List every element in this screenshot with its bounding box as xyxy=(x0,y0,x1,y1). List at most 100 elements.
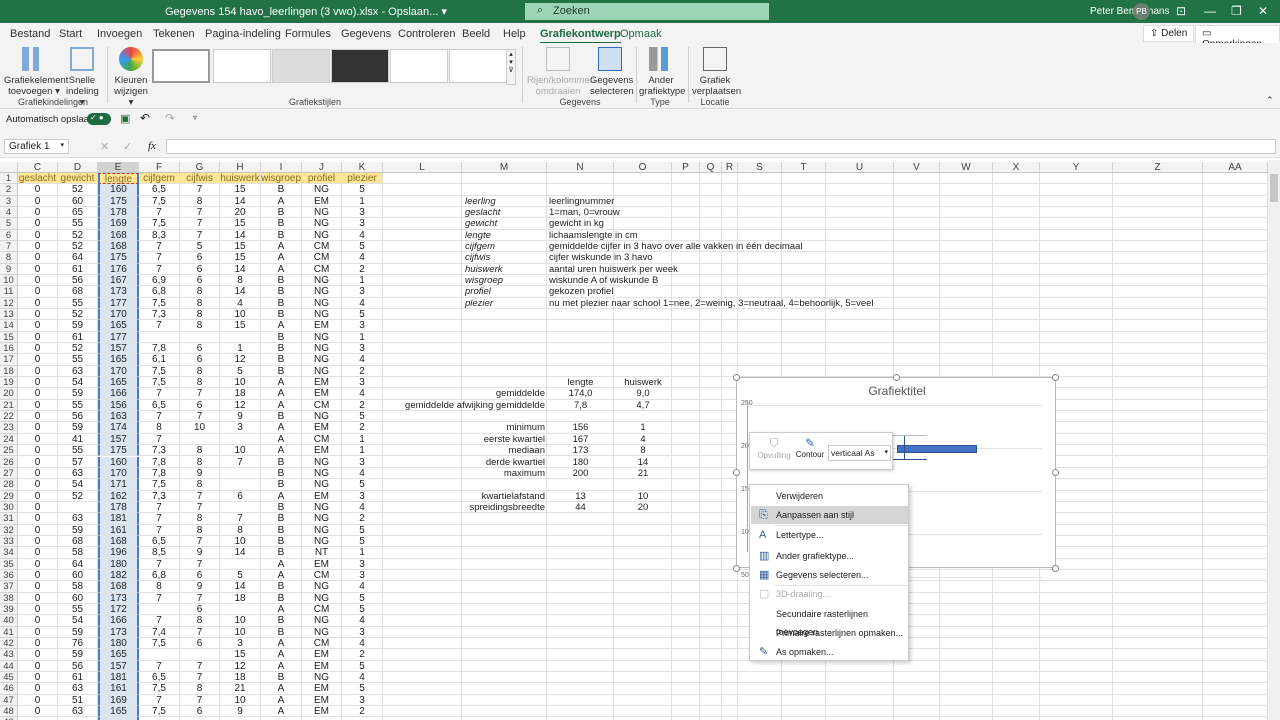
row-header[interactable]: 30 xyxy=(0,501,18,514)
cell[interactable] xyxy=(383,649,462,661)
cell[interactable] xyxy=(993,660,1040,672)
cell[interactable] xyxy=(672,705,700,718)
cell[interactable] xyxy=(940,637,993,650)
cell[interactable] xyxy=(700,252,722,264)
chart-style-5[interactable] xyxy=(390,49,448,83)
row-header[interactable]: 7 xyxy=(0,241,18,253)
column-header-P[interactable]: P xyxy=(672,162,700,173)
cell[interactable] xyxy=(940,365,993,378)
cell[interactable] xyxy=(462,569,547,582)
cell[interactable]: 7 xyxy=(180,490,220,502)
cell[interactable] xyxy=(1203,399,1268,412)
cell[interactable]: 9 xyxy=(180,547,220,559)
cell[interactable]: 168 xyxy=(98,229,139,242)
cell[interactable]: 8 xyxy=(180,683,220,695)
resize-handle[interactable] xyxy=(733,565,740,572)
cell[interactable]: 2 xyxy=(342,513,383,525)
cell[interactable]: 4 xyxy=(342,615,383,627)
cell[interactable]: A xyxy=(261,569,302,582)
cell[interactable] xyxy=(1203,558,1268,570)
cell[interactable] xyxy=(700,592,722,604)
cell[interactable] xyxy=(1113,501,1203,514)
cell[interactable] xyxy=(1113,671,1203,684)
row-header[interactable]: 10 xyxy=(0,275,18,287)
cell[interactable]: NG xyxy=(302,479,342,491)
cell[interactable]: 0 xyxy=(18,660,58,672)
save-icon[interactable]: ▣ xyxy=(120,112,130,125)
cell[interactable] xyxy=(826,343,894,355)
cell[interactable] xyxy=(462,320,547,332)
cell[interactable]: CM xyxy=(302,433,342,446)
cell[interactable]: 0 xyxy=(18,252,58,264)
ribbon-display-icon[interactable]: ⊡ xyxy=(1176,4,1186,18)
cell[interactable]: 160 xyxy=(98,184,139,196)
cell[interactable]: NG xyxy=(302,184,342,196)
scroll-thumb[interactable] xyxy=(1270,174,1278,202)
cell[interactable] xyxy=(547,637,614,650)
cell[interactable]: EM xyxy=(302,388,342,400)
cell[interactable] xyxy=(700,377,722,389)
cell[interactable] xyxy=(700,490,722,502)
cell[interactable]: 14 xyxy=(220,286,261,298)
cell[interactable]: 15 xyxy=(220,241,261,253)
cell[interactable]: 0 xyxy=(18,524,58,536)
cell[interactable] xyxy=(826,660,894,672)
cell[interactable] xyxy=(826,184,894,196)
cell[interactable] xyxy=(1113,184,1203,196)
cell[interactable]: 169 xyxy=(98,694,139,706)
cell[interactable] xyxy=(826,705,894,718)
cell[interactable]: 14 xyxy=(220,229,261,242)
cell[interactable]: 0 xyxy=(18,399,58,412)
cell[interactable] xyxy=(826,173,894,185)
cell[interactable]: 52 xyxy=(58,184,98,196)
cell[interactable] xyxy=(700,275,722,287)
cell[interactable]: 6 xyxy=(180,343,220,355)
cell[interactable]: 176 xyxy=(98,263,139,276)
cell[interactable] xyxy=(383,524,462,536)
cell[interactable]: 56 xyxy=(58,411,98,423)
cell[interactable]: 12 xyxy=(220,354,261,366)
cell[interactable] xyxy=(894,263,940,276)
cell[interactable] xyxy=(383,184,462,196)
cell[interactable]: 54 xyxy=(58,479,98,491)
cell[interactable]: 55 xyxy=(58,445,98,457)
cell[interactable]: 18 xyxy=(220,671,261,684)
cell[interactable] xyxy=(614,547,672,559)
cell[interactable] xyxy=(547,705,614,718)
cell[interactable]: 54 xyxy=(58,377,98,389)
cell[interactable] xyxy=(940,354,993,366)
cell[interactable] xyxy=(993,309,1040,321)
cell[interactable]: 8 xyxy=(180,479,220,491)
cell[interactable]: 10 xyxy=(220,535,261,548)
cell[interactable] xyxy=(1040,263,1113,276)
cell[interactable]: 59 xyxy=(58,320,98,332)
cell[interactable] xyxy=(993,637,1040,650)
cell[interactable]: NG xyxy=(302,535,342,548)
cell[interactable] xyxy=(547,343,614,355)
cell[interactable]: 0 xyxy=(18,275,58,287)
cell[interactable] xyxy=(383,479,462,491)
cell[interactable]: 10 xyxy=(220,377,261,389)
cell[interactable] xyxy=(547,535,614,548)
cell[interactable] xyxy=(700,422,722,434)
cell[interactable] xyxy=(700,569,722,582)
cell[interactable] xyxy=(700,343,722,355)
cell[interactable] xyxy=(383,331,462,344)
cell[interactable] xyxy=(1203,592,1268,604)
cell[interactable] xyxy=(1203,252,1268,264)
cell[interactable]: 8 xyxy=(180,365,220,378)
cell[interactable]: 65 xyxy=(58,207,98,219)
cell[interactable] xyxy=(782,320,826,332)
cell[interactable]: 7 xyxy=(180,218,220,230)
cell[interactable]: 7 xyxy=(139,592,180,604)
fill-button[interactable]: ⛉ Opvulling xyxy=(756,436,792,460)
cell[interactable]: 1 xyxy=(342,331,383,344)
cell[interactable]: 6,8 xyxy=(139,569,180,582)
column-header-K[interactable]: K xyxy=(342,162,383,173)
cell[interactable] xyxy=(940,331,993,344)
cell[interactable]: NG xyxy=(302,365,342,378)
cell[interactable] xyxy=(782,705,826,718)
cell[interactable] xyxy=(1040,184,1113,196)
cell[interactable] xyxy=(993,603,1040,616)
row-header[interactable]: 11 xyxy=(0,286,18,298)
